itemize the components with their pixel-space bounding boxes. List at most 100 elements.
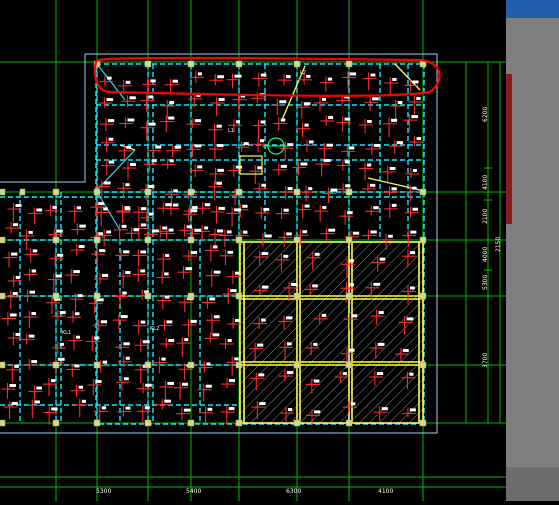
rebar-label-mark	[81, 399, 86, 403]
rebar-label-mark	[169, 100, 175, 104]
rebar-label-mark	[57, 357, 65, 361]
rebar-label-mark	[216, 181, 223, 185]
rebar-label-mark	[213, 315, 220, 319]
rebar-label-mark	[373, 282, 381, 286]
beam-label-1: KL1	[62, 330, 71, 336]
rebar-label-mark	[32, 249, 38, 253]
rebar-label-mark	[243, 142, 249, 146]
column	[52, 236, 60, 244]
rebar-label-mark	[258, 373, 265, 377]
rebar-label-mark	[204, 203, 211, 207]
rebar-label-mark	[349, 146, 355, 150]
rebar-label-mark	[279, 100, 287, 104]
column	[0, 292, 6, 300]
rebar-label-mark	[409, 408, 416, 412]
rebar-label-mark	[260, 73, 267, 77]
rebar-label-mark	[166, 320, 173, 324]
column	[187, 419, 195, 427]
column	[93, 361, 101, 369]
rebar-label-mark	[409, 286, 415, 290]
rebar-label-mark	[125, 80, 131, 84]
rebar-label-mark	[286, 232, 292, 236]
rebar-label-mark	[416, 96, 421, 100]
rebar-label-mark	[106, 230, 112, 234]
rebar-label-mark	[344, 117, 351, 121]
rebar-label-mark	[349, 259, 354, 263]
rebar-label-mark	[212, 333, 220, 337]
rebar-label-mark	[31, 360, 38, 364]
rebar-label-mark	[389, 166, 396, 170]
rebar-label-mark	[103, 181, 111, 185]
rebar-label-mark	[261, 252, 269, 256]
column	[419, 236, 427, 244]
rebar-label-mark	[106, 76, 112, 80]
rebar-label-mark	[391, 187, 397, 191]
column	[345, 60, 353, 68]
rebar-label-mark	[183, 408, 191, 412]
rebar-label-mark	[381, 407, 388, 411]
rebar-label-mark	[57, 253, 64, 257]
rebar-label-mark	[164, 272, 169, 276]
rebar-label-mark	[168, 339, 175, 343]
rebar-label-mark	[234, 357, 239, 361]
rebar-label-mark	[328, 115, 334, 119]
rebar-label-mark	[308, 140, 314, 144]
rebar-label-mark	[190, 251, 198, 255]
rebar-label-mark	[236, 120, 241, 124]
column	[235, 361, 243, 369]
rebar-label-mark	[15, 333, 21, 337]
rebar-label-mark	[286, 316, 293, 320]
rebar-label-mark	[123, 250, 130, 254]
rebar-label-mark	[217, 168, 224, 172]
rebar-label-mark	[148, 95, 154, 99]
column	[0, 361, 6, 369]
column	[52, 188, 60, 196]
rebar-label-mark	[11, 252, 18, 256]
rebar-label-mark	[212, 245, 218, 249]
rebar-label-mark	[216, 124, 222, 128]
dim-bottom-1: 5300	[96, 488, 111, 495]
column	[52, 292, 60, 300]
rebar-label-mark	[286, 75, 291, 79]
rebar-label-mark	[367, 119, 372, 123]
cad-drawing-canvas[interactable]: 6200 4100 2100 2150 4000 5300 3700 5300 …	[0, 0, 506, 501]
dim-right-2: 4100	[482, 175, 489, 190]
side-panel-footer	[506, 467, 559, 501]
rebar-label-mark	[197, 165, 203, 169]
rebar-label-mark	[373, 206, 379, 210]
dim-right-3: 2100	[482, 209, 489, 224]
rebar-label-mark	[242, 230, 248, 234]
rebar-label-mark	[304, 123, 309, 127]
yellow-diagonals	[119, 63, 421, 191]
rebar-label-mark	[169, 159, 174, 163]
rebar-label-mark	[140, 320, 146, 324]
rebar-label-mark	[260, 139, 265, 143]
rebar-label-mark	[125, 271, 131, 275]
rebar-label-mark	[349, 72, 357, 76]
column	[0, 188, 6, 196]
rebar-label-mark	[388, 234, 393, 238]
column	[144, 419, 152, 427]
rebar-label-mark	[51, 407, 58, 411]
rebar-label-mark	[15, 275, 21, 279]
rebar-label-mark	[286, 371, 294, 375]
column	[144, 60, 152, 68]
rebar-label-mark	[397, 100, 403, 104]
rebar-label-mark	[144, 406, 150, 410]
rebar-label-mark	[165, 203, 172, 207]
rebar-label-mark	[15, 204, 22, 208]
column	[52, 419, 60, 427]
rebar-label-mark	[99, 249, 106, 253]
rebar-label-mark	[306, 74, 311, 78]
dim-right-7: 3700	[482, 353, 489, 368]
column	[419, 188, 427, 196]
rebar-label-mark	[227, 250, 234, 254]
rebar-label-mark	[261, 318, 266, 322]
column	[52, 361, 60, 369]
rebar-label-mark	[376, 372, 384, 376]
rebar-label-mark	[103, 207, 108, 211]
rebar-label-mark	[108, 160, 115, 164]
rebar-label-mark	[291, 282, 298, 286]
rebar-label-mark	[190, 319, 197, 323]
rebar-label-mark	[283, 254, 289, 258]
